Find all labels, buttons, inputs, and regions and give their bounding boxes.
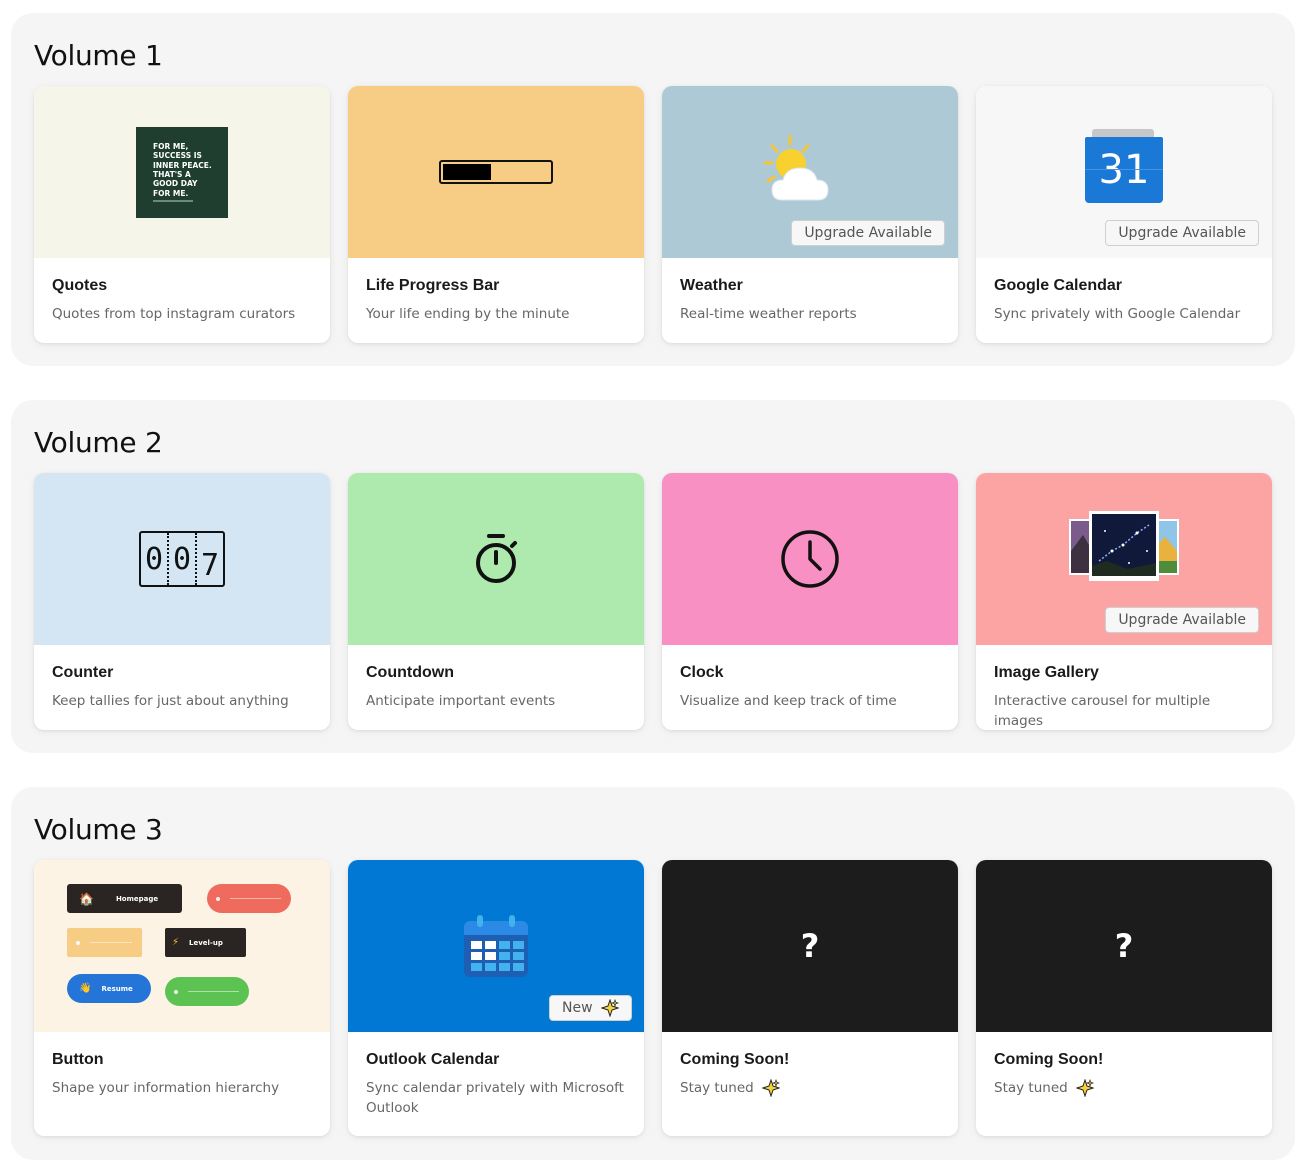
upgrade-available-badge[interactable]: Upgrade Available xyxy=(1105,607,1259,633)
card-title: Life Progress Bar xyxy=(366,277,500,294)
sparkles-icon xyxy=(762,1079,780,1097)
progress-bar xyxy=(439,160,553,184)
card-title: Quotes xyxy=(52,277,108,294)
mini-button-label: Level-up xyxy=(189,938,223,947)
quote-image: FOR ME, SUCCESS IS INNER PEACE. THAT'S A… xyxy=(136,126,228,218)
volume-1-section: Volume 1 FOR ME, SUCCESS IS INNER PEACE.… xyxy=(11,13,1295,366)
card-title: Google Calendar xyxy=(994,277,1123,294)
card-description: Quotes from top instagram curators xyxy=(52,306,296,322)
card-description: Stay tuned xyxy=(680,1078,940,1098)
card-title: Counter xyxy=(52,664,114,681)
widget-card-image-gallery[interactable]: Upgrade Available Image Gallery Interact… xyxy=(976,473,1272,730)
upgrade-available-badge[interactable]: Upgrade Available xyxy=(791,220,945,246)
house-icon: 🏠 xyxy=(79,891,94,906)
widget-card-countdown[interactable]: Countdown Anticipate important events xyxy=(348,473,644,730)
card-title: Coming Soon! xyxy=(680,1051,790,1068)
card-title: Clock xyxy=(680,664,724,681)
card-description: Stay tuned xyxy=(994,1078,1254,1098)
google-calendar-icon: 31 xyxy=(1085,129,1163,203)
counter-digit: 0 xyxy=(167,533,195,585)
mini-yellow-button xyxy=(67,928,142,957)
card-title: Weather xyxy=(680,277,743,294)
clock-icon xyxy=(781,530,839,588)
counter-digit: 0 xyxy=(144,541,164,577)
mini-resume-button: 👋 Resume xyxy=(67,974,151,1003)
card-thumbnail: New xyxy=(348,860,644,1032)
card-thumbnail: Upgrade Available xyxy=(662,86,958,258)
card-description: Anticipate important events xyxy=(366,693,556,709)
widget-card-quotes[interactable]: FOR ME, SUCCESS IS INNER PEACE. THAT'S A… xyxy=(34,86,330,343)
quote-text: FOR ME, SUCCESS IS INNER PEACE. THAT'S A… xyxy=(153,142,212,198)
mini-homepage-button: 🏠 Homepage xyxy=(67,884,182,913)
card-description: Real-time weather reports xyxy=(680,306,857,322)
card-thumbnail xyxy=(662,473,958,645)
widget-card-button[interactable]: 🏠 Homepage ⚡ Level-up 👋 Resume Button Sh… xyxy=(34,860,330,1136)
card-description: Shape your information hierarchy xyxy=(52,1080,280,1096)
card-description-text: Stay tuned xyxy=(680,1080,754,1096)
badge-label: New xyxy=(562,1000,593,1016)
card-description: Interactive carousel for multiple images xyxy=(994,693,1211,729)
calendar-day: 31 xyxy=(1098,147,1150,193)
widget-card-google-calendar[interactable]: 31 Upgrade Available Google Calendar Syn… xyxy=(976,86,1272,343)
card-title: Outlook Calendar xyxy=(366,1051,500,1068)
outlook-calendar-icon xyxy=(464,915,528,977)
lightning-icon: ⚡ xyxy=(172,937,180,948)
card-description: Sync privately with Google Calendar xyxy=(994,306,1241,322)
sun-cloud-icon xyxy=(763,134,829,201)
question-mark-icon: ? xyxy=(1114,927,1134,965)
upgrade-available-badge[interactable]: Upgrade Available xyxy=(1105,220,1259,246)
mini-red-button xyxy=(207,884,291,913)
card-title: Countdown xyxy=(366,664,454,681)
counter-display: 0 0 7 xyxy=(139,531,225,587)
volume-title: Volume 3 xyxy=(34,813,163,846)
card-thumbnail: FOR ME, SUCCESS IS INNER PEACE. THAT'S A… xyxy=(34,86,330,258)
progress-bar-fill xyxy=(443,164,491,180)
volume-title: Volume 2 xyxy=(34,426,163,459)
new-badge[interactable]: New xyxy=(549,995,632,1021)
card-thumbnail: 0 0 7 xyxy=(34,473,330,645)
widget-card-weather[interactable]: Upgrade Available Weather Real-time weat… xyxy=(662,86,958,343)
card-description: Visualize and keep track of time xyxy=(680,693,897,709)
widget-card-life-progress-bar[interactable]: Life Progress Bar Your life ending by th… xyxy=(348,86,644,343)
photo-stack-icon xyxy=(1069,510,1179,581)
sparkles-icon xyxy=(601,999,619,1017)
card-thumbnail xyxy=(348,86,644,258)
card-thumbnail: 31 Upgrade Available xyxy=(976,86,1272,258)
widget-card-coming-soon[interactable]: ? Coming Soon! Stay tuned xyxy=(662,860,958,1136)
card-thumbnail: ? xyxy=(976,860,1272,1032)
wave-icon: 👋 xyxy=(79,983,92,994)
volume-3-section: Volume 3 🏠 Homepage ⚡ Level-up 👋 Resume xyxy=(11,787,1295,1160)
widget-card-clock[interactable]: Clock Visualize and keep track of time xyxy=(662,473,958,730)
card-description: Sync calendar privately with Microsoft O… xyxy=(366,1080,624,1116)
volume-title: Volume 1 xyxy=(34,39,163,72)
card-title: Coming Soon! xyxy=(994,1051,1104,1068)
counter-digit: 7 xyxy=(195,533,223,585)
sparkles-icon xyxy=(1076,1079,1094,1097)
card-thumbnail: ? xyxy=(662,860,958,1032)
mini-button-label: Homepage xyxy=(115,894,159,903)
mini-button-label: Resume xyxy=(101,984,133,993)
mini-green-button xyxy=(165,977,249,1006)
card-thumbnail xyxy=(348,473,644,645)
question-mark-icon: ? xyxy=(800,927,820,965)
widget-card-outlook-calendar[interactable]: New Outlook Calendar Sync calendar priva… xyxy=(348,860,644,1136)
volume-2-section: Volume 2 0 0 7 Counter Keep tallies for … xyxy=(11,400,1295,753)
card-description-text: Stay tuned xyxy=(994,1080,1068,1096)
card-title: Image Gallery xyxy=(994,664,1099,681)
card-thumbnail: Upgrade Available xyxy=(976,473,1272,645)
widget-card-counter[interactable]: 0 0 7 Counter Keep tallies for just abou… xyxy=(34,473,330,730)
card-title: Button xyxy=(52,1051,104,1068)
card-description: Your life ending by the minute xyxy=(366,306,570,322)
card-description: Keep tallies for just about anything xyxy=(52,693,289,709)
stopwatch-icon xyxy=(476,534,517,583)
mini-levelup-button: ⚡ Level-up xyxy=(165,928,246,957)
card-thumbnail: 🏠 Homepage ⚡ Level-up 👋 Resume xyxy=(34,860,330,1032)
widget-card-coming-soon[interactable]: ? Coming Soon! Stay tuned xyxy=(976,860,1272,1136)
